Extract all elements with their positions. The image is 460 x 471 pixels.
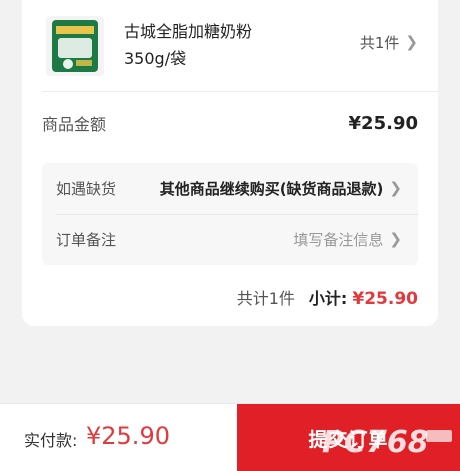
product-spec: 350g/袋	[124, 49, 187, 68]
product-thumbnail	[46, 16, 104, 76]
product-row[interactable]: 古城全脂加糖奶粉 350g/袋 共1件 ❯	[22, 0, 438, 90]
product-name-line1: 古城全脂加糖奶粉	[124, 22, 253, 41]
goods-amount-value: ¥25.90	[348, 112, 418, 134]
product-name: 古城全脂加糖奶粉 350g/袋	[124, 18, 324, 72]
order-confirm-page: 古城全脂加糖奶粉 350g/袋 共1件 ❯ 商品金额 ¥25.90 如遇缺货 其…	[0, 0, 460, 471]
chevron-right-icon: ❯	[405, 33, 418, 51]
product-quantity[interactable]: 共1件 ❯	[360, 32, 418, 53]
chevron-right-icon: ❯	[389, 179, 402, 197]
subtotal-value: ¥25.90	[352, 289, 418, 309]
order-summary: 共计1件 小计: ¥25.90	[237, 283, 418, 311]
stockout-option[interactable]: 如遇缺货 其他商品继续购买(缺货商品退款) ❯	[42, 163, 418, 214]
item-count: 共计1件	[236, 289, 295, 308]
order-options: 如遇缺货 其他商品继续购买(缺货商品退款) ❯ 订单备注 填写备注信息 ❯	[42, 163, 418, 265]
pay-label: 实付款:	[24, 431, 78, 450]
remark-option[interactable]: 订单备注 填写备注信息 ❯	[42, 214, 418, 265]
subtotal-label: 小计:	[308, 289, 348, 308]
stockout-value: 其他商品继续购买(缺货商品退款) ❯	[160, 178, 402, 199]
goods-amount-row: 商品金额 ¥25.90	[42, 108, 418, 138]
subtotal: 小计: ¥25.90	[309, 285, 418, 309]
order-card: 古城全脂加糖奶粉 350g/袋 共1件 ❯ 商品金额 ¥25.90 如遇缺货 其…	[22, 0, 438, 326]
stockout-label: 如遇缺货	[56, 180, 117, 198]
remark-value: 填写备注信息 ❯	[293, 229, 402, 250]
chevron-right-icon: ❯	[389, 230, 402, 248]
divider	[42, 91, 438, 92]
remark-placeholder: 填写备注信息	[293, 231, 384, 249]
goods-amount-label: 商品金额	[42, 115, 107, 134]
pay-amount: ¥25.90	[86, 422, 170, 450]
stockout-value-text: 其他商品继续购买(缺货商品退款)	[159, 180, 384, 198]
remark-label: 订单备注	[56, 231, 117, 249]
product-quantity-text: 共1件	[359, 34, 400, 52]
bottom-bar: 实付款: ¥25.90 提交订单	[0, 403, 460, 471]
submit-order-button[interactable]: 提交订单	[237, 404, 460, 471]
